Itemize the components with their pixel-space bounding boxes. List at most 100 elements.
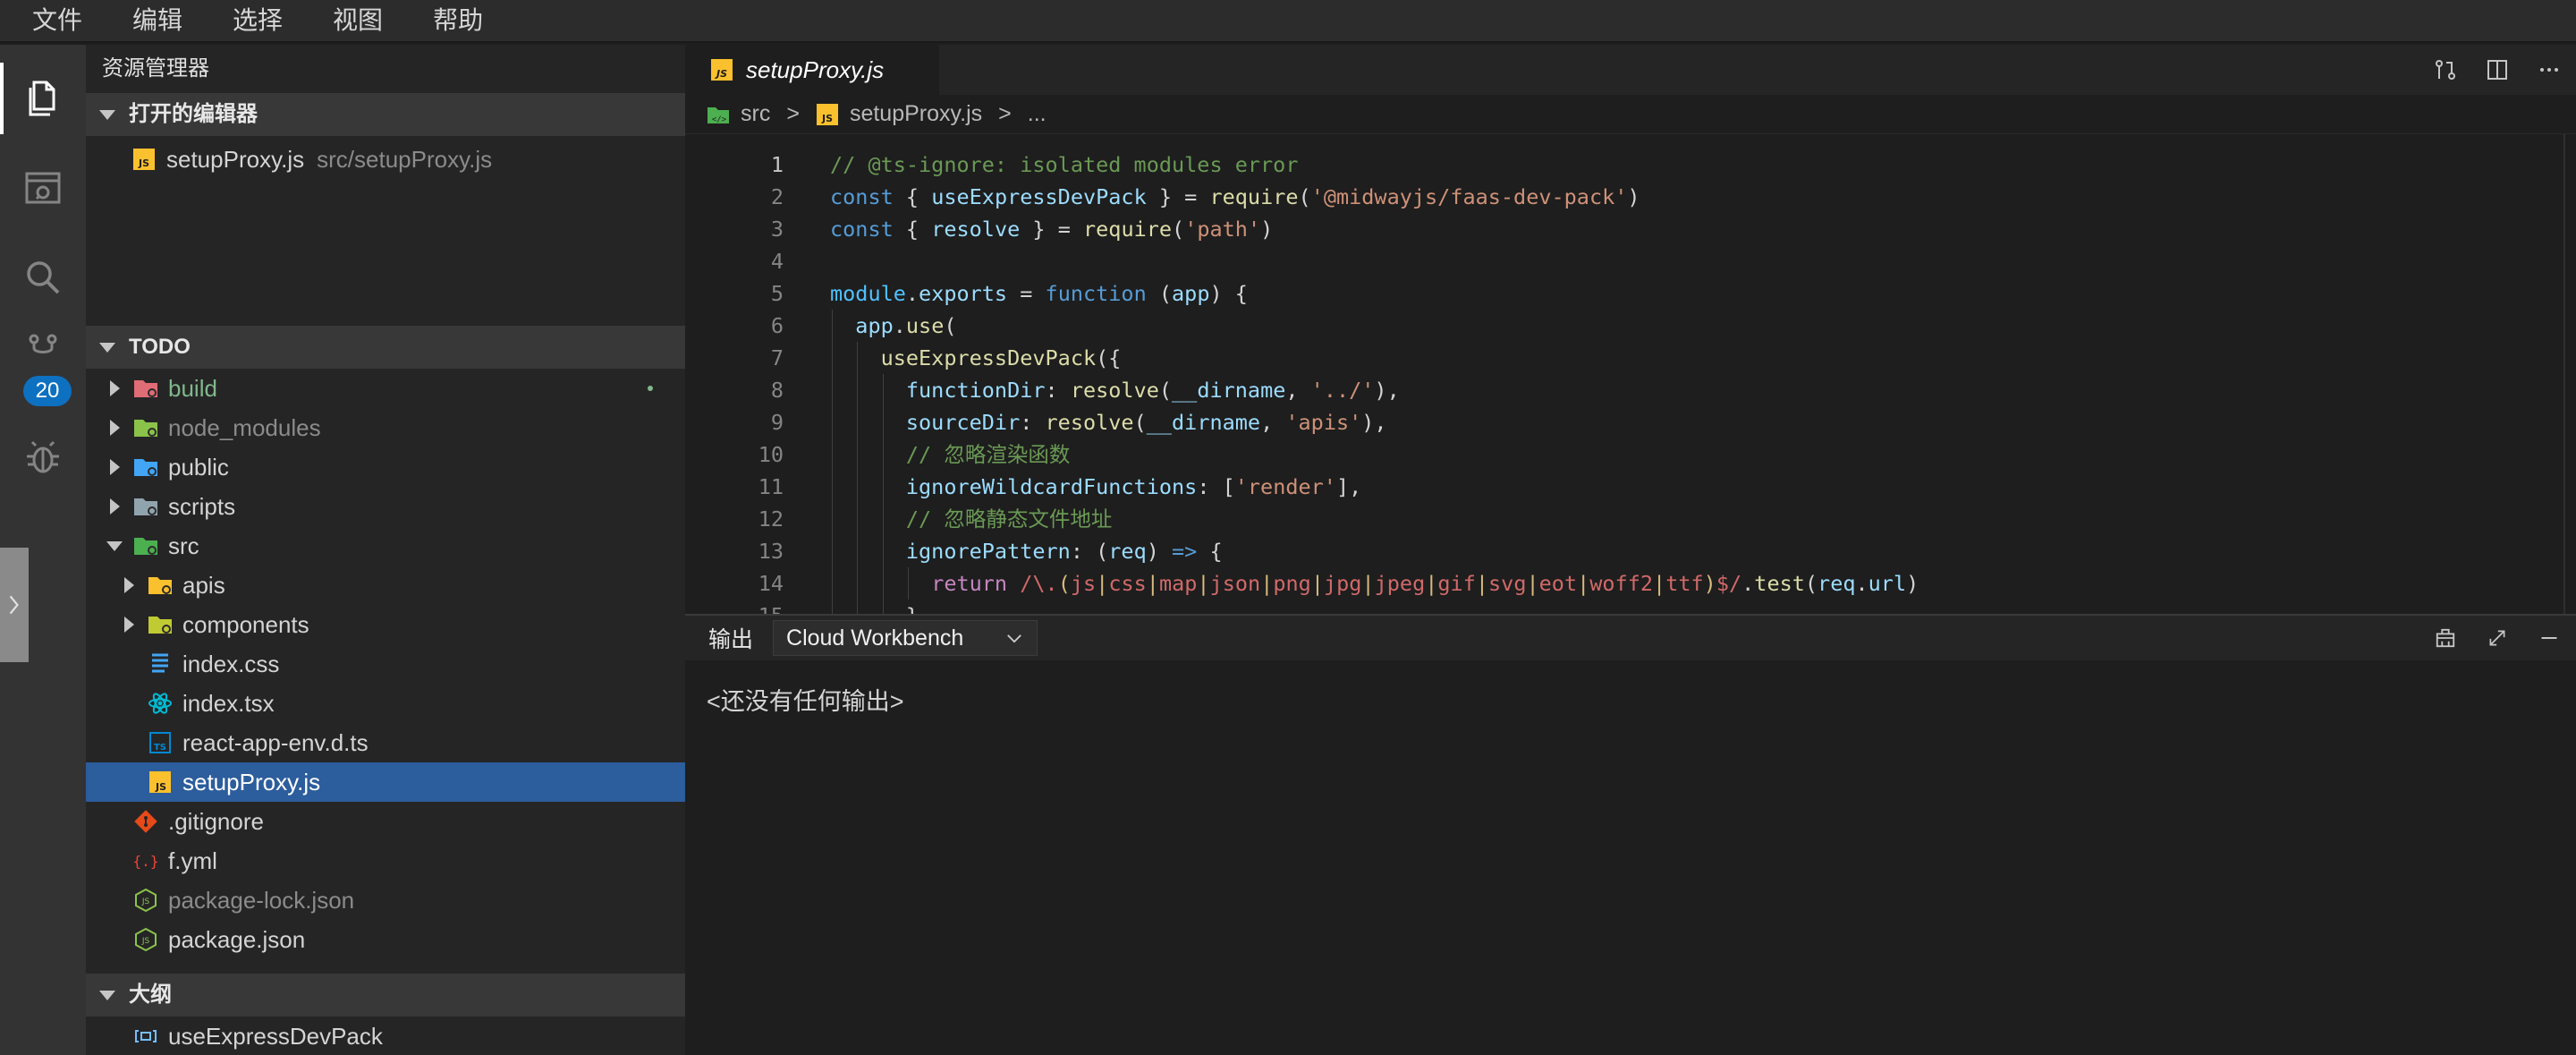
scm-count-badge: 20: [23, 376, 72, 406]
tab-setupproxy[interactable]: JS setupProxy.js: [685, 45, 939, 95]
scripts-folder-icon: [132, 493, 159, 520]
file-tree: build node_modulespublic scripts src apis com…: [86, 369, 685, 959]
output-text: <还没有任何输出>: [707, 688, 904, 715]
line-number: 1: [770, 152, 784, 177]
code-text: app.use(: [855, 313, 957, 338]
minimize-panel-icon[interactable]: [2533, 622, 2565, 654]
line-number: 15: [685, 600, 784, 614]
files-icon[interactable]: [0, 55, 86, 141]
code-line: 7 useExpressDevPack({: [685, 342, 2576, 374]
line-number: 8: [770, 378, 784, 403]
line-number: 3: [770, 217, 784, 242]
chevron-right-icon: [116, 577, 141, 593]
code-line: 1 // @ts-ignore: isolated modules error: [685, 149, 2576, 181]
code-text: const { resolve } = require('path'): [830, 217, 1274, 242]
code-line: 4: [685, 245, 2576, 277]
source-control-icon[interactable]: 20: [0, 324, 86, 410]
editor-tabs: JS setupProxy.js: [685, 45, 2576, 95]
tree-item-label: react-app-env.d.ts: [182, 728, 369, 756]
tree-item-scripts[interactable]: scripts: [86, 487, 685, 526]
tree-item-react-app-env-d-ts[interactable]: TS react-app-env.d.ts: [86, 723, 685, 762]
maximize-panel-icon[interactable]: [2481, 622, 2513, 654]
tree-item-label: components: [182, 610, 309, 638]
chevron-right-icon: [102, 380, 127, 396]
tree-item-src[interactable]: src: [86, 526, 685, 566]
svg-text:JS: JS: [155, 781, 166, 793]
code-line: 11 ignoreWildcardFunctions: ['render'],: [685, 471, 2576, 503]
editor-scrollbar[interactable]: [2563, 134, 2565, 614]
apis-folder-icon: [147, 572, 174, 599]
chevron-right-icon: [102, 420, 127, 436]
menu-file[interactable]: 文件: [21, 0, 93, 42]
outline-item-label: useExpressDevPack: [168, 1022, 383, 1050]
chevron-right-icon: >: [786, 101, 800, 126]
tree-item-label: node_modules: [168, 413, 321, 441]
toggle-sidebar-handle[interactable]: [0, 548, 29, 662]
chevron-down-icon: [99, 109, 115, 120]
symbol-variable-icon: [132, 1023, 159, 1050]
workspace-header[interactable]: TODO: [86, 326, 685, 369]
clear-output-icon[interactable]: [2429, 622, 2462, 654]
outline-item[interactable]: useExpressDevPack: [86, 1017, 685, 1055]
more-actions-icon[interactable]: [2531, 52, 2567, 88]
tree-item-label: setupProxy.js: [182, 768, 321, 796]
tree-item-public[interactable]: public: [86, 447, 685, 487]
menu-help[interactable]: 帮助: [422, 0, 494, 42]
line-number: 13: [758, 539, 784, 564]
tree-item-package-lock-json[interactable]: JS package-lock.json: [86, 881, 685, 920]
menu-view[interactable]: 视图: [322, 0, 394, 42]
code-line: 3 const { resolve } = require('path'): [685, 213, 2576, 245]
code-line: 2 const { useExpressDevPack } = require('…: [685, 181, 2576, 213]
open-changes-icon[interactable]: [2428, 52, 2463, 88]
tree-item-label: index.tsx: [182, 689, 275, 717]
tree-item-f-yml[interactable]: {.} f.yml: [86, 841, 685, 881]
code-text: // 忽略渲染函数: [905, 442, 1071, 467]
outline-header[interactable]: 大纲: [86, 974, 685, 1017]
chevron-down-icon: [99, 990, 115, 1000]
code-line: 14 return /\.(js|css|map|json|png|jpg|jp…: [685, 567, 2576, 600]
breadcrumb-file[interactable]: setupProxy.js: [850, 101, 982, 127]
line-number: 10: [758, 442, 784, 467]
menu-selection[interactable]: 选择: [222, 0, 293, 42]
build-folder-icon: [132, 375, 159, 402]
tree-item-gitignore[interactable]: .gitignore: [86, 802, 685, 841]
breadcrumb-src[interactable]: src: [741, 101, 770, 127]
tree-item-package-json[interactable]: JS package.json: [86, 920, 685, 959]
typescript-def-file-icon: TS: [147, 729, 174, 756]
tree-item-label: f.yml: [168, 847, 217, 874]
tree-item-setupproxy-js[interactable]: JS setupProxy.js: [86, 762, 685, 802]
tree-item-components[interactable]: components: [86, 605, 685, 644]
split-editor-icon[interactable]: [2479, 52, 2515, 88]
editor-actions: [2428, 45, 2567, 95]
tree-item-label: package-lock.json: [168, 886, 355, 914]
code-text: functionDir: resolve(__dirname, '../'),: [905, 378, 1400, 403]
output-channel-select[interactable]: Cloud Workbench: [773, 620, 1038, 656]
code-text: const { useExpressDevPack } = require('@…: [830, 184, 1640, 209]
nodejs-file-icon: JS: [132, 887, 159, 914]
menu-edit[interactable]: 编辑: [122, 0, 193, 42]
code-text: useExpressDevPack({: [880, 345, 1122, 370]
svg-text:JS: JS: [141, 937, 150, 946]
remote-explorer-icon[interactable]: [0, 145, 86, 231]
tree-item-node-modules[interactable]: node_modules: [86, 408, 685, 447]
explorer-sidebar: 资源管理器 打开的编辑器 JS setupProxy.js src/setupP…: [86, 45, 685, 1055]
chevron-down-icon: [1007, 634, 1021, 642]
tree-item-build[interactable]: build: [86, 369, 685, 408]
code-line: 8 functionDir: resolve(__dirname, '../')…: [685, 374, 2576, 406]
tree-item-index-css[interactable]: index.css: [86, 644, 685, 684]
breadcrumb-symbol[interactable]: ...: [1028, 101, 1046, 127]
open-editors-header[interactable]: 打开的编辑器: [86, 93, 685, 136]
line-number: 14: [758, 571, 784, 596]
open-editor-item[interactable]: JS setupProxy.js src/setupProxy.js: [86, 140, 685, 179]
code-editor[interactable]: 1 // @ts-ignore: isolated modules error 2 c…: [685, 149, 2576, 614]
tree-item-index-tsx[interactable]: index.tsx: [86, 684, 685, 723]
tab-output[interactable]: 输出: [708, 622, 753, 654]
tree-item-apis[interactable]: apis: [86, 566, 685, 605]
code-text: return /\.(js|css|map|json|png|jpg|jpeg|…: [931, 571, 1919, 596]
debug-icon[interactable]: [0, 413, 86, 499]
code-line: 9 sourceDir: resolve(__dirname, 'apis'),: [685, 406, 2576, 438]
line-number: 12: [758, 506, 784, 532]
search-icon[interactable]: [0, 234, 86, 320]
git-file-icon: [132, 808, 159, 835]
code-text: // @ts-ignore: isolated modules error: [830, 152, 1299, 177]
